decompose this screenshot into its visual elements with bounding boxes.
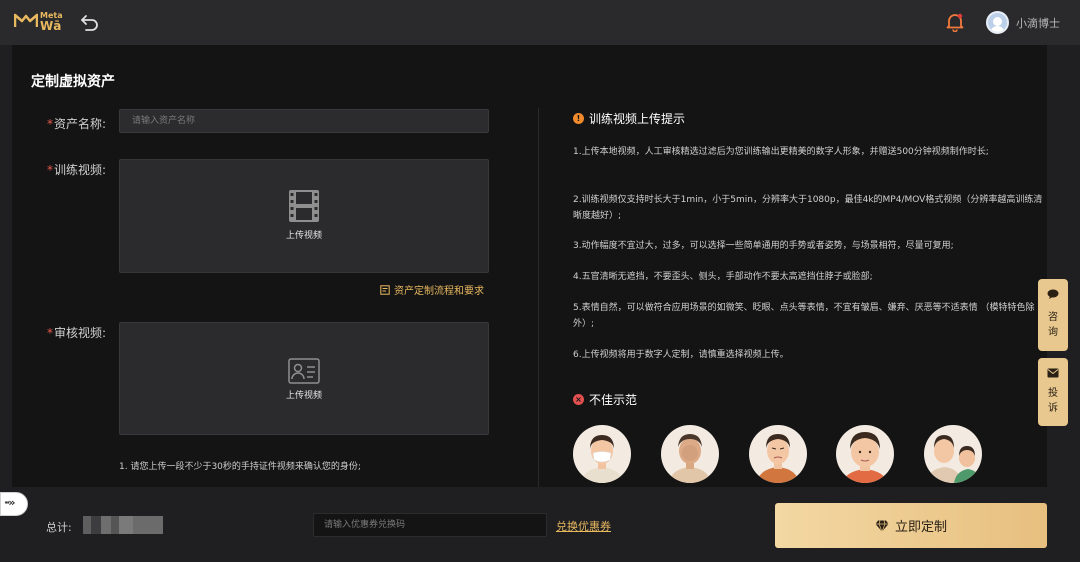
customize-now-button[interactable]: 立即定制 (775, 503, 1047, 548)
review-upload-label: 上传视频 (285, 391, 322, 401)
page-title: 定制虚拟资产 (31, 74, 115, 90)
logo-mark-icon (14, 13, 38, 27)
mail-icon (1047, 368, 1059, 378)
redeem-coupon-link[interactable]: 兑换优惠券 (556, 518, 611, 534)
bad-examples-title: × 不佳示范 (573, 391, 637, 408)
training-video-upload[interactable]: 上传视频 (119, 159, 489, 273)
total-amount-masked (83, 516, 163, 534)
bad-example-two-people (924, 425, 982, 483)
review-note: 1. 请您上传一段不少于30秒的手持证件视频来确认您的身份; (119, 462, 361, 472)
logo-text-bottom: Wā (40, 19, 62, 33)
bad-examples-title-text: 不佳示范 (589, 393, 638, 407)
user-avatar[interactable] (986, 11, 1009, 34)
complaint-button[interactable]: 投 诉 (1038, 358, 1068, 426)
tip-item: 3.动作幅度不宜过大，过多，可以选择一些简单通用的手势或者姿势，与场景相符，尽量… (573, 241, 954, 251)
metawa-logo[interactable]: Meta Wā (14, 10, 63, 34)
chat-bubble-icon (1047, 289, 1059, 299)
complaint-label-1: 投 (1048, 388, 1058, 399)
tip-item: 5.表情自然，可以做符合应用场景的如微笑、眨眼、点头等表情，不宜有皱眉、嫌弃、厌… (573, 303, 1035, 329)
submit-label: 立即定制 (894, 520, 947, 535)
expand-arrow-icon[interactable]: ··» (0, 492, 28, 516)
complaint-label-2: 诉 (1048, 403, 1058, 414)
training-video-label: *训练视频: (47, 163, 107, 177)
bad-example-frown (749, 425, 807, 483)
review-video-label: *审核视频: (47, 326, 107, 340)
tip-item: 1.上传本地视频，人工审核精选过滤后为您训练输出更精美的数字人形象，并赠送500… (573, 147, 989, 157)
bad-example-tilted (836, 425, 894, 483)
consult-label-1: 咨 (1048, 312, 1058, 323)
review-video-upload[interactable]: 上传视频 (119, 322, 489, 435)
flow-link-text: 资产定制流程和要求 (394, 286, 484, 297)
tip-item: 4.五官清晰无遮挡，不要歪头、侧头，手部动作不要太高遮挡住脖子或脸部; (573, 272, 873, 282)
warning-icon: ! (573, 113, 584, 124)
diamond-icon (875, 519, 889, 532)
consult-label-2: 询 (1048, 327, 1058, 338)
tips-title: ! 训练视频上传提示 (573, 110, 685, 127)
flow-requirements-link[interactable]: 资产定制流程和要求 (380, 282, 484, 297)
tip-item: 2.训练视频仅支持时长大于1min，小于5min，分辨率大于1080p，最佳4k… (573, 195, 1043, 221)
tip-item: 6.上传视频将用于数字人定制，请慎重选择视频上传。 (573, 350, 789, 360)
total-label: 总计: (46, 521, 72, 534)
bell-icon[interactable] (946, 12, 964, 33)
document-icon (380, 284, 390, 295)
username[interactable]: 小滴博士 (1016, 15, 1060, 31)
error-icon: × (573, 394, 584, 405)
training-upload-label: 上传视频 (285, 231, 322, 241)
consult-button[interactable]: 咨 询 (1038, 279, 1068, 351)
asset-name-input[interactable] (119, 109, 489, 133)
asset-name-label: *资产名称: (47, 117, 107, 131)
column-divider (538, 108, 539, 487)
id-card-icon (288, 358, 320, 388)
undo-arrow-icon[interactable] (80, 12, 100, 32)
tips-title-text: 训练视频上传提示 (589, 112, 686, 126)
coupon-code-input[interactable] (313, 513, 547, 537)
bad-example-blurry (661, 425, 719, 483)
bad-example-mask (573, 425, 631, 483)
top-bar: Meta Wā 小滴博士 (0, 0, 1080, 45)
film-icon (288, 189, 320, 227)
